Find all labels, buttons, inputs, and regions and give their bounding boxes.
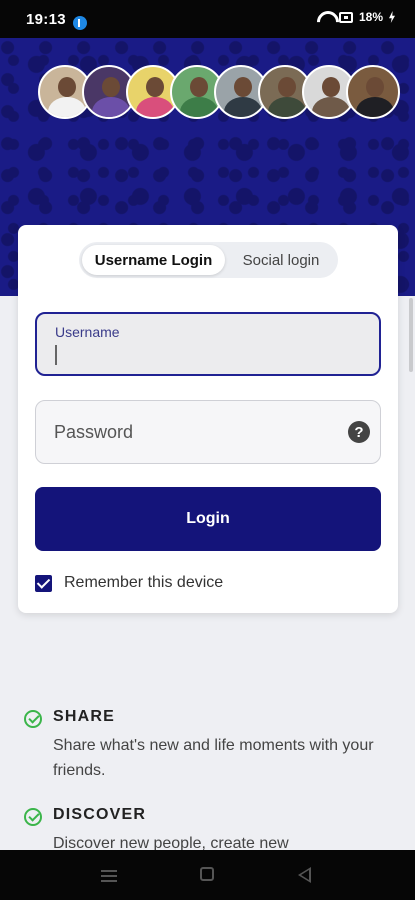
tab-username-login[interactable]: Username Login (82, 245, 225, 275)
check-circle-icon (24, 808, 42, 826)
avatar-row (38, 65, 400, 121)
bluetooth-icon (73, 16, 87, 30)
login-mode-toggle: Username Login Social login (79, 242, 338, 278)
login-card: Username Login Social login Username Pas… (18, 225, 398, 613)
username-label: Username (55, 324, 120, 340)
feature-title: DISCOVER (53, 806, 147, 823)
status-bar: 19:13 18% (0, 0, 415, 38)
avatar-8 (346, 65, 400, 119)
password-field[interactable]: Password ? (35, 400, 381, 464)
battery-percent: 18% (358, 10, 383, 24)
wifi-icon (317, 11, 333, 23)
remember-checkbox[interactable] (35, 574, 52, 592)
password-placeholder: Password (54, 422, 134, 442)
login-button[interactable]: Login (35, 487, 381, 551)
tab-social-login[interactable]: Social login (227, 245, 335, 275)
status-icons: 18% (317, 10, 395, 24)
help-icon[interactable]: ? (348, 421, 370, 443)
remember-device-row[interactable]: Remember this device (35, 572, 223, 594)
home-icon[interactable] (200, 867, 214, 881)
scrollbar-thumb[interactable] (409, 298, 413, 372)
remember-label: Remember this device (64, 574, 224, 591)
back-icon[interactable] (298, 867, 311, 883)
feature-description: Share what's new and life moments with y… (53, 737, 374, 779)
username-field[interactable]: Username (35, 312, 381, 376)
charging-icon (389, 11, 395, 23)
text-cursor (55, 345, 57, 365)
recent-apps-icon[interactable] (101, 870, 117, 882)
feature-title: SHARE (53, 708, 116, 725)
system-nav-bar (0, 850, 415, 900)
battery-saver-icon (338, 11, 353, 23)
status-time: 19:13 (26, 11, 66, 28)
check-circle-icon (24, 710, 42, 728)
